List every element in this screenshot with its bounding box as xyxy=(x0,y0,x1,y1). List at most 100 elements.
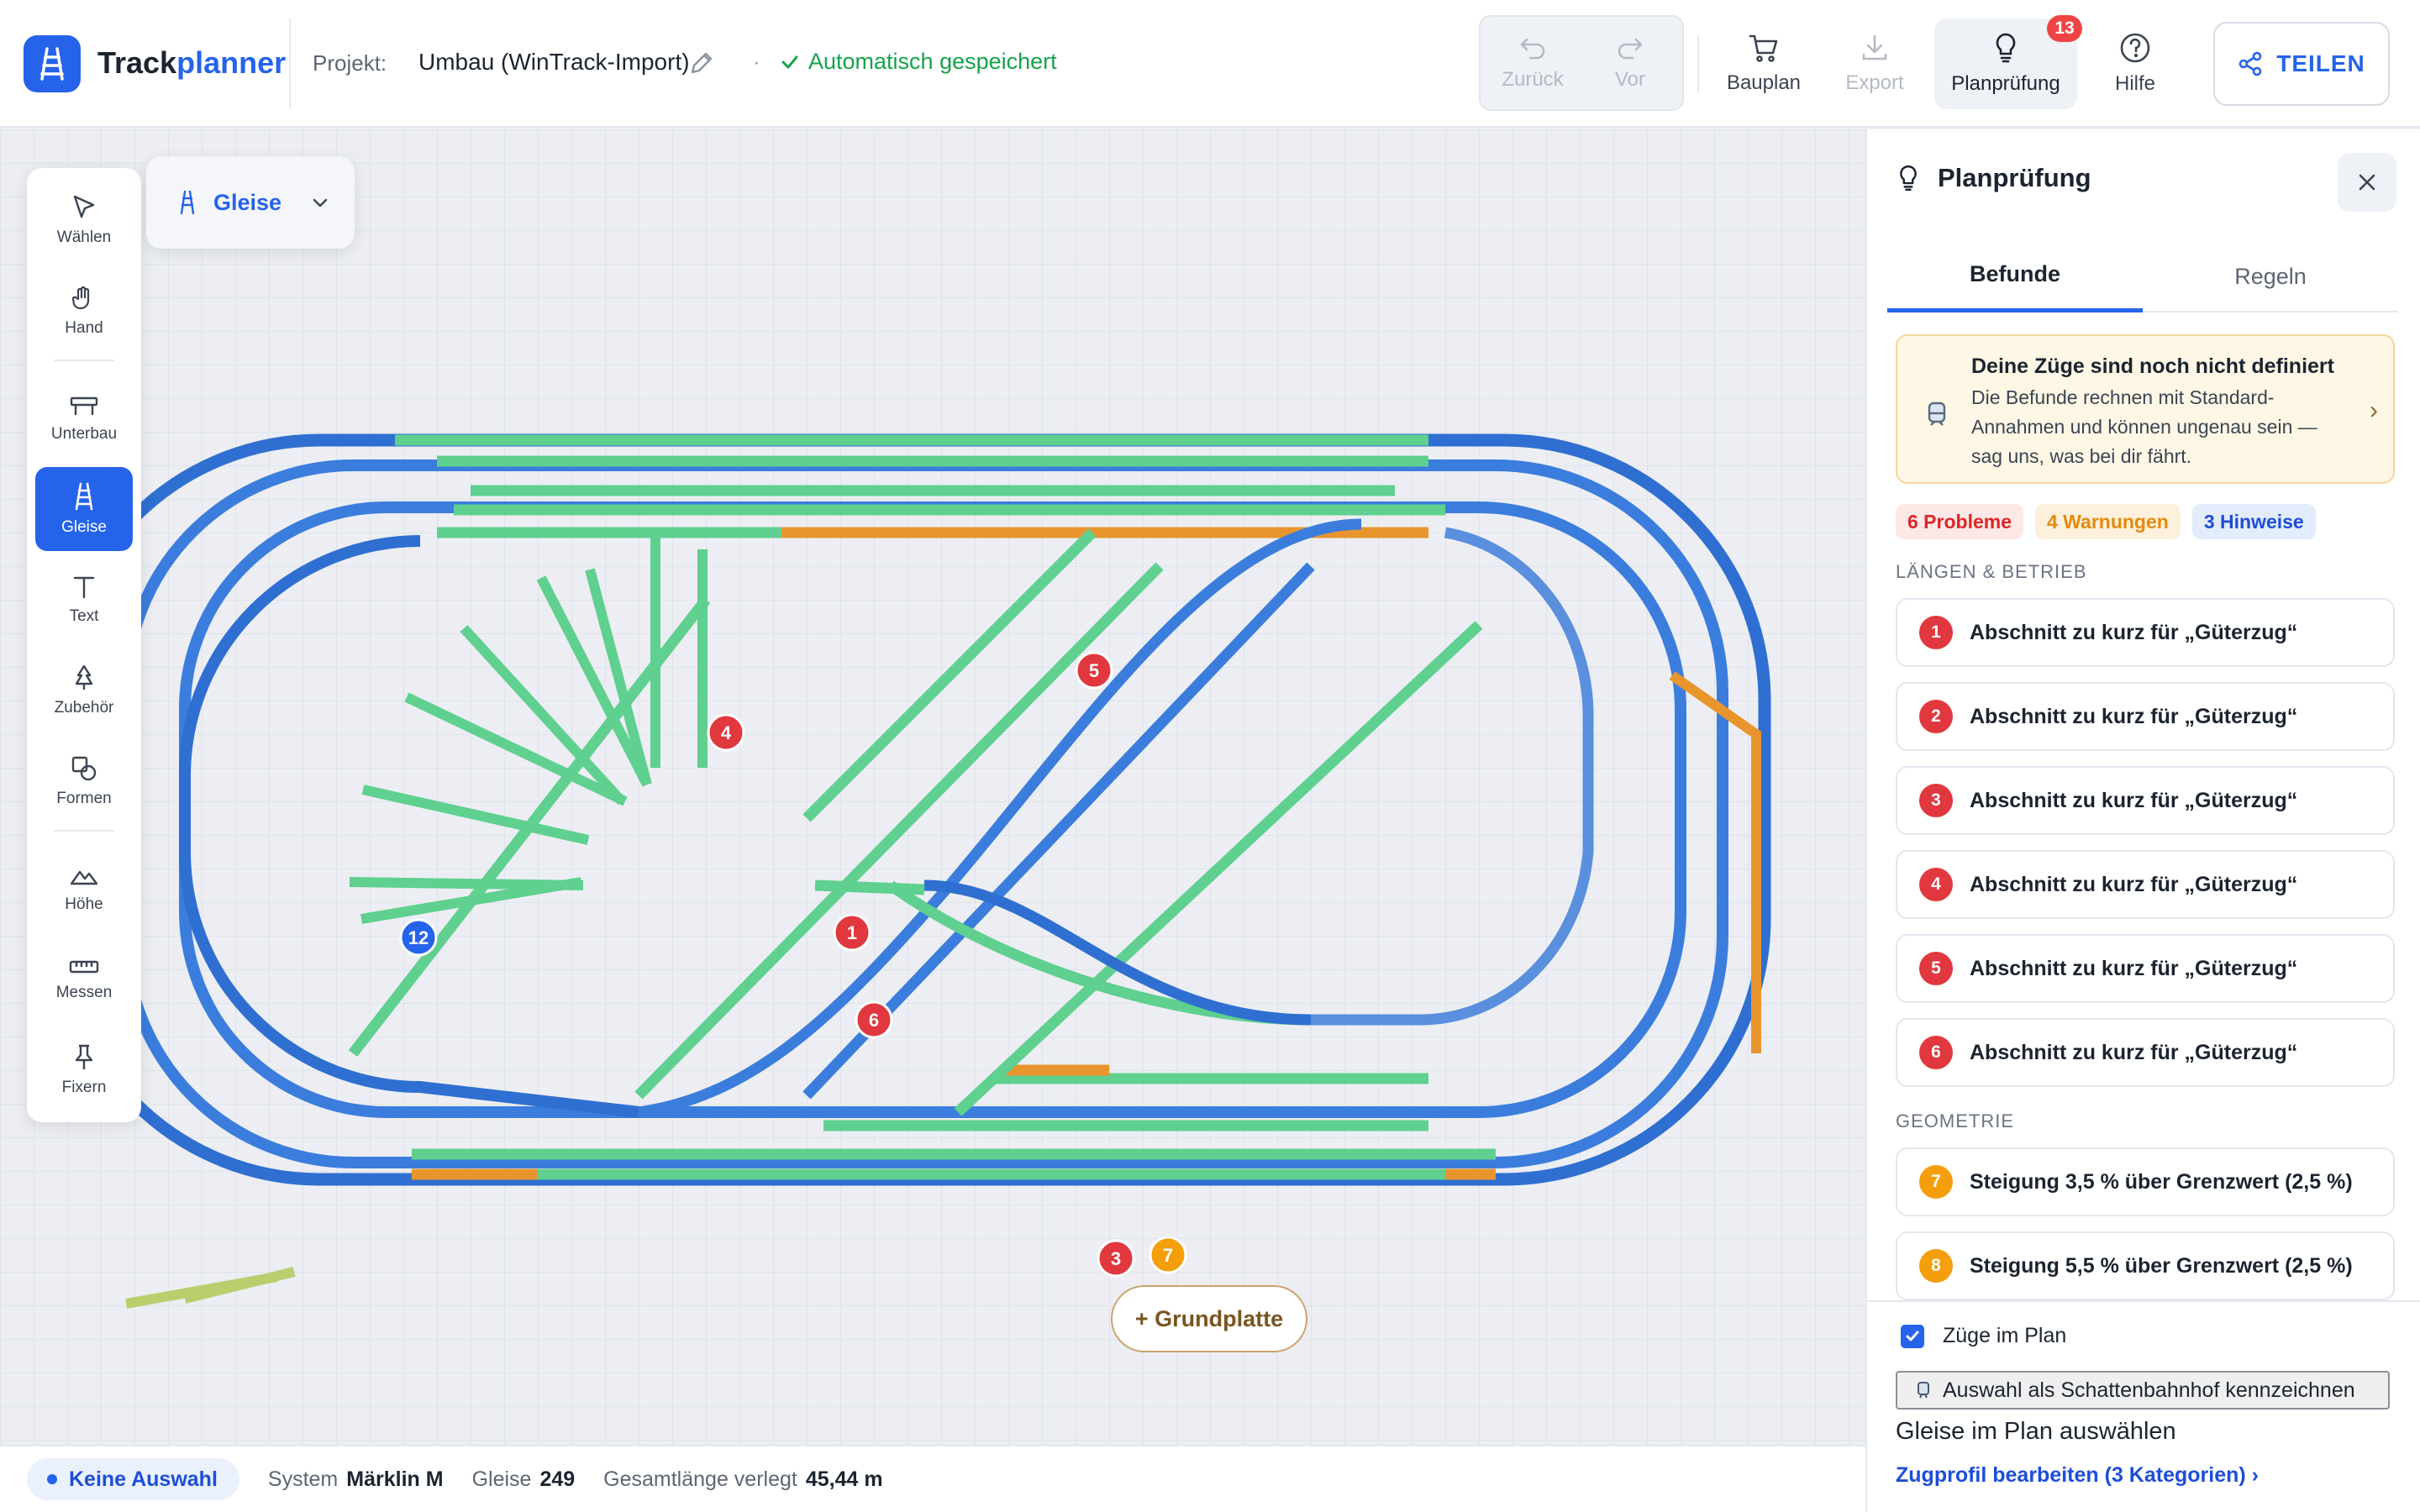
marker-3: 3 xyxy=(1097,1239,1135,1278)
svg-text:6: 6 xyxy=(869,1010,879,1031)
tool-select[interactable]: Wählen xyxy=(35,178,133,262)
notice-title: Deine Züge sind noch nicht definiert xyxy=(1971,354,2334,378)
project-name[interactable]: Umbau (WinTrack-Import) xyxy=(418,49,690,76)
finding-item[interactable]: 2 Abschnitt zu kurz für „Güterzug“ xyxy=(1896,682,2395,751)
finding-text: Abschnitt zu kurz für „Güterzug“ xyxy=(1970,872,2298,896)
finding-number: 3 xyxy=(1919,784,1953,817)
tool-hoehe[interactable]: Höhe xyxy=(35,847,133,931)
selection-text: Keine Auswahl xyxy=(69,1467,218,1491)
edit-pencil-icon[interactable] xyxy=(687,49,716,77)
undo-button[interactable]: Zurück xyxy=(1487,17,1578,109)
chip-problems[interactable]: 6 Probleme xyxy=(1896,504,2023,539)
add-baseplate-button[interactable]: + Grundplatte xyxy=(1111,1285,1307,1352)
finding-number: 4 xyxy=(1919,868,1953,901)
summary-chips: 6 Probleme 4 Warnungen 3 Hinweise xyxy=(1896,504,2316,539)
marker-5: 5 xyxy=(1075,651,1113,690)
footer-hint: Gleise im Plan auswählen xyxy=(1896,1418,2176,1445)
close-icon xyxy=(2359,174,2375,191)
chip-warnings[interactable]: 4 Warnungen xyxy=(2035,504,2181,539)
tracks-label: Gleise xyxy=(471,1467,532,1491)
marker-1: 1 xyxy=(833,913,871,952)
trains-in-plan-row[interactable]: Züge im Plan xyxy=(1901,1324,2066,1348)
selection-status[interactable]: Keine Auswahl xyxy=(27,1458,239,1500)
finding-item[interactable]: 1 Abschnitt zu kurz für „Güterzug“ xyxy=(1896,598,2395,667)
pin-icon xyxy=(75,1044,93,1069)
finding-item[interactable]: 5 Abschnitt zu kurz für „Güterzug“ xyxy=(1896,934,2395,1003)
tool-fixern-label: Fixern xyxy=(61,1079,107,1096)
app-logo-text: Trackplanner xyxy=(97,45,286,81)
tab-regeln[interactable]: Regeln xyxy=(2143,240,2398,312)
share-icon xyxy=(2238,51,2262,76)
section-lengths: LÄNGEN & BETRIEB xyxy=(1896,561,2087,582)
app-header: Trackplanner Projekt: Umbau (WinTrack-Im… xyxy=(0,0,2420,128)
tool-fixern[interactable]: Fixern xyxy=(35,1028,133,1112)
marker-4: 4 xyxy=(707,713,745,752)
planpruefung-badge: 13 xyxy=(2047,15,2082,42)
tool-unterbau-label: Unterbau xyxy=(50,425,118,443)
layer-dropdown-value: Gleise xyxy=(213,189,282,215)
tool-messen[interactable]: Messen xyxy=(35,937,133,1021)
panel-tabs: Befunde Regeln xyxy=(1887,240,2398,312)
finding-item[interactable]: 8 Steigung 5,5 % über Grenzwert (2,5 %) xyxy=(1896,1231,2395,1300)
finding-text: Abschnitt zu kurz für „Güterzug“ xyxy=(1970,1040,2298,1064)
siding-2 xyxy=(349,877,584,890)
svg-text:4: 4 xyxy=(721,722,732,743)
tool-hand-label: Hand xyxy=(65,319,103,337)
share-button[interactable]: TEILEN xyxy=(2213,22,2390,106)
finding-item[interactable]: 6 Abschnitt zu kurz für „Güterzug“ xyxy=(1896,1018,2395,1087)
close-panel-button[interactable] xyxy=(2338,153,2396,212)
tree-icon xyxy=(75,664,93,690)
tool-zubehoer[interactable]: Zubehör xyxy=(35,648,133,732)
chevron-down-icon xyxy=(313,198,328,207)
status-bar: Keine Auswahl System Märklin M Gleise 249 … xyxy=(0,1445,1865,1512)
finding-number: 7 xyxy=(1919,1165,1953,1199)
tool-messen-label: Messen xyxy=(55,984,113,1001)
edit-train-profile-link[interactable]: Zugprofil bearbeiten (3 Kategorien) › xyxy=(1896,1463,2259,1488)
tool-text-label: Text xyxy=(69,607,99,625)
trains-in-plan-checkbox[interactable] xyxy=(1901,1324,1924,1348)
siding-7 xyxy=(585,568,652,786)
track-diag-2 xyxy=(634,562,1164,1100)
tab-befunde[interactable]: Befunde xyxy=(1887,240,2143,312)
finding-item[interactable]: 3 Abschnitt zu kurz für „Güterzug“ xyxy=(1896,766,2395,835)
hand-icon xyxy=(71,286,90,310)
help-button[interactable]: Hilfe xyxy=(2089,18,2181,109)
tool-hand[interactable]: Hand xyxy=(35,269,133,353)
panel-footer: Züge im Plan Auswahl als Schattenbahnhof… xyxy=(1867,1300,2420,1512)
svg-text:3: 3 xyxy=(1111,1248,1121,1269)
mark-shadow-station-button[interactable]: Auswahl als Schattenbahnhof kennzeichnen xyxy=(1896,1371,2390,1410)
finding-item[interactable]: 7 Steigung 3,5 % über Grenzwert (2,5 %) xyxy=(1896,1147,2395,1216)
trains-in-plan-label: Züge im Plan xyxy=(1943,1324,2067,1347)
marker-7: 7 xyxy=(1149,1236,1187,1274)
panel-title: Planprüfung xyxy=(1897,163,2091,193)
bauplan-button[interactable]: Bauplan xyxy=(1718,18,1810,109)
check-icon xyxy=(1906,1331,1919,1341)
trains-undefined-notice[interactable]: Deine Züge sind noch nicht definiert Die… xyxy=(1896,334,2395,484)
project-label: Projekt: xyxy=(313,50,387,76)
cart-icon xyxy=(1749,34,1778,62)
tool-formen-label: Formen xyxy=(56,790,112,807)
finding-text: Abschnitt zu kurz für „Güterzug“ xyxy=(1970,788,2298,812)
tool-unterbau[interactable]: Unterbau xyxy=(35,376,133,460)
redo-icon xyxy=(1618,38,1643,60)
layer-dropdown[interactable]: Gleise xyxy=(146,156,355,249)
finding-item[interactable]: 4 Abschnitt zu kurz für „Güterzug“ xyxy=(1896,850,2395,919)
train-icon xyxy=(1928,402,1946,426)
tool-formen[interactable]: Formen xyxy=(35,739,133,823)
finding-number: 8 xyxy=(1919,1249,1953,1283)
track-canvas[interactable]: 1 3 4 5 6 7 12 Wählen Hand Unterbau Glei… xyxy=(0,129,1865,1445)
tool-gleise-label: Gleise xyxy=(61,518,107,536)
logo-suffix: planner xyxy=(176,45,287,80)
export-button[interactable]: Export xyxy=(1828,18,1921,109)
redo-button[interactable]: Vor xyxy=(1585,17,1676,109)
track-layout-drawing[interactable]: 1 3 4 5 6 7 12 xyxy=(0,129,1865,1445)
help-label: Hilfe xyxy=(2114,72,2155,95)
plan-check-panel: Planprüfung Befunde Regeln Deine Züge si… xyxy=(1865,129,2420,1512)
mountain-icon xyxy=(70,870,98,885)
cursor-arrow-icon xyxy=(73,195,95,218)
tool-gleise[interactable]: Gleise xyxy=(35,467,133,551)
tool-text[interactable]: Text xyxy=(35,558,133,642)
chip-hints[interactable]: 3 Hinweise xyxy=(2191,504,2316,539)
bauplan-label: Bauplan xyxy=(1726,71,1802,94)
finding-number: 5 xyxy=(1919,952,1953,985)
